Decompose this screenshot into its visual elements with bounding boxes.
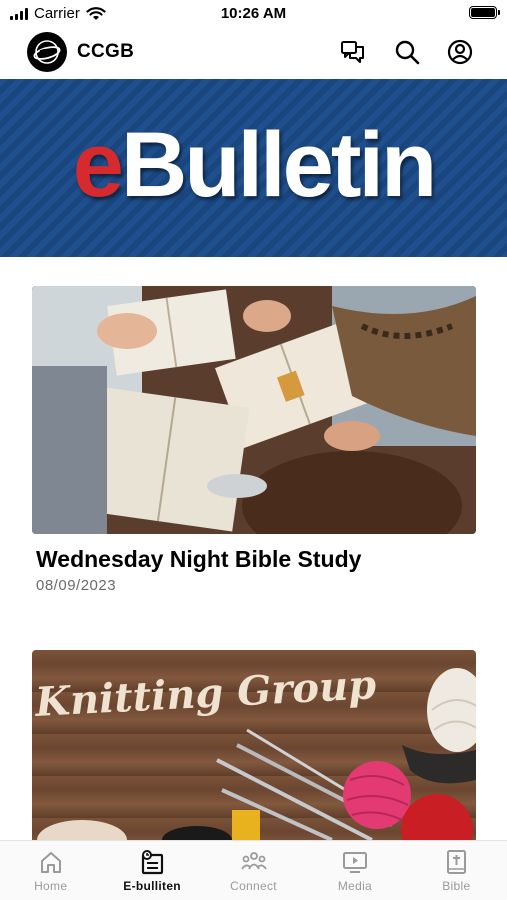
bible-icon — [447, 850, 467, 874]
knitting-group-text: Knitting Group — [33, 661, 377, 726]
banner-e: e — [72, 114, 124, 216]
home-icon — [40, 852, 61, 873]
tab-label-bible: Bible — [442, 879, 471, 893]
profile-icon[interactable] — [446, 38, 474, 66]
bible-study-illustration — [32, 286, 476, 534]
logo-icon — [33, 40, 61, 64]
tab-connect[interactable]: Connect — [203, 841, 304, 900]
tab-bible[interactable]: Bible — [406, 841, 507, 900]
bottom-tab-bar: Home E-bulliten Connect Media Bible — [0, 840, 507, 900]
app-header: CCGB — [0, 28, 507, 78]
tab-ebulletin[interactable]: E-bulliten — [101, 841, 202, 900]
tab-label-ebulletin: E-bulliten — [123, 879, 181, 893]
ebulletin-banner: eBulletin — [0, 79, 507, 257]
chat-icon[interactable] — [339, 38, 367, 66]
banner-word: Bulletin — [120, 114, 437, 216]
media-icon — [342, 852, 367, 873]
card-title[interactable]: Wednesday Night Bible Study — [36, 546, 476, 573]
battery-icon — [469, 6, 500, 19]
card-date: 08/09/2023 — [36, 577, 117, 594]
tab-home[interactable]: Home — [0, 841, 101, 900]
bible-study-photo[interactable] — [32, 286, 476, 534]
knitting-group-photo[interactable]: Knitting Group — [32, 650, 476, 840]
status-time: 10:26 AM — [220, 5, 287, 22]
tab-media[interactable]: Media — [304, 841, 405, 900]
tab-label-media: Media — [337, 879, 373, 893]
tab-label-home: Home — [34, 879, 68, 893]
status-bar: Carrier 10:26 AM — [0, 0, 507, 28]
banner-logo: eBulletin — [0, 119, 507, 211]
church-logo[interactable] — [27, 32, 67, 72]
bulletin-card[interactable]: Wednesday Night Bible Study 08/09/2023 — [32, 286, 476, 594]
app-title: CCGB — [77, 41, 135, 62]
connect-icon — [240, 852, 267, 870]
bulletin-icon — [142, 850, 164, 875]
bulletin-card[interactable]: Knitting Group — [32, 650, 476, 840]
tab-label-connect: Connect — [230, 879, 277, 893]
search-icon[interactable] — [393, 38, 421, 66]
knitting-illustration: Knitting Group — [33, 661, 476, 840]
